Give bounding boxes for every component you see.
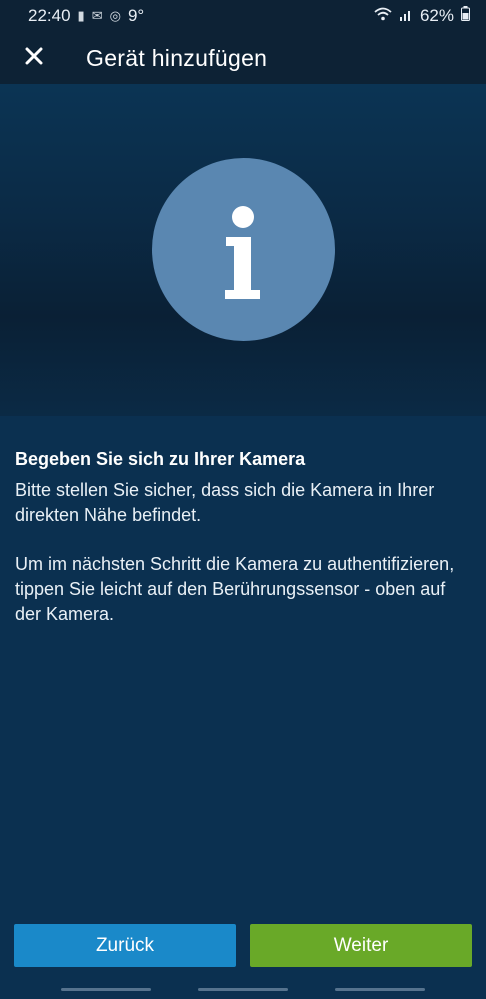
page-title: Gerät hinzufügen xyxy=(86,44,268,71)
status-time: 22:40 xyxy=(28,6,71,25)
app-bar: Gerät hinzufügen xyxy=(0,32,486,84)
status-temperature: 9° xyxy=(127,6,145,25)
info-circle xyxy=(152,158,335,341)
close-button[interactable] xyxy=(14,38,54,78)
nav-hint-right xyxy=(335,988,425,991)
wifi-icon xyxy=(374,6,392,26)
instruction-content: Begeben Sie sich zu Ihrer Kamera Bitte s… xyxy=(15,446,471,627)
message-icon: ✉ xyxy=(91,8,103,23)
instruction-paragraph-2: Um im nächsten Schritt die Kamera zu aut… xyxy=(15,554,455,624)
status-left: 22:40 ▮ ✉ ◎ 9° xyxy=(28,6,144,26)
close-icon[interactable] xyxy=(25,47,43,70)
back-button[interactable]: Zurück xyxy=(14,924,236,967)
next-button[interactable]: Weiter xyxy=(250,924,472,967)
status-bar: 22:40 ▮ ✉ ◎ 9° 62% xyxy=(0,0,486,32)
info-icon xyxy=(225,206,260,299)
battery-icon xyxy=(461,6,470,26)
instruction-paragraph-1: Bitte stellen Sie sicher, dass sich die … xyxy=(15,480,435,525)
status-right: 62% xyxy=(374,6,470,26)
instruction-heading: Begeben Sie sich zu Ihrer Kamera xyxy=(15,449,306,469)
notification-icon: ▮ xyxy=(77,8,85,23)
nav-hint-center xyxy=(198,988,288,991)
battery-percentage: 62% xyxy=(419,6,454,25)
hero-banner xyxy=(0,84,486,416)
alert-icon: ◎ xyxy=(109,8,121,23)
signal-icon xyxy=(399,6,413,26)
nav-hint-left xyxy=(61,988,151,991)
